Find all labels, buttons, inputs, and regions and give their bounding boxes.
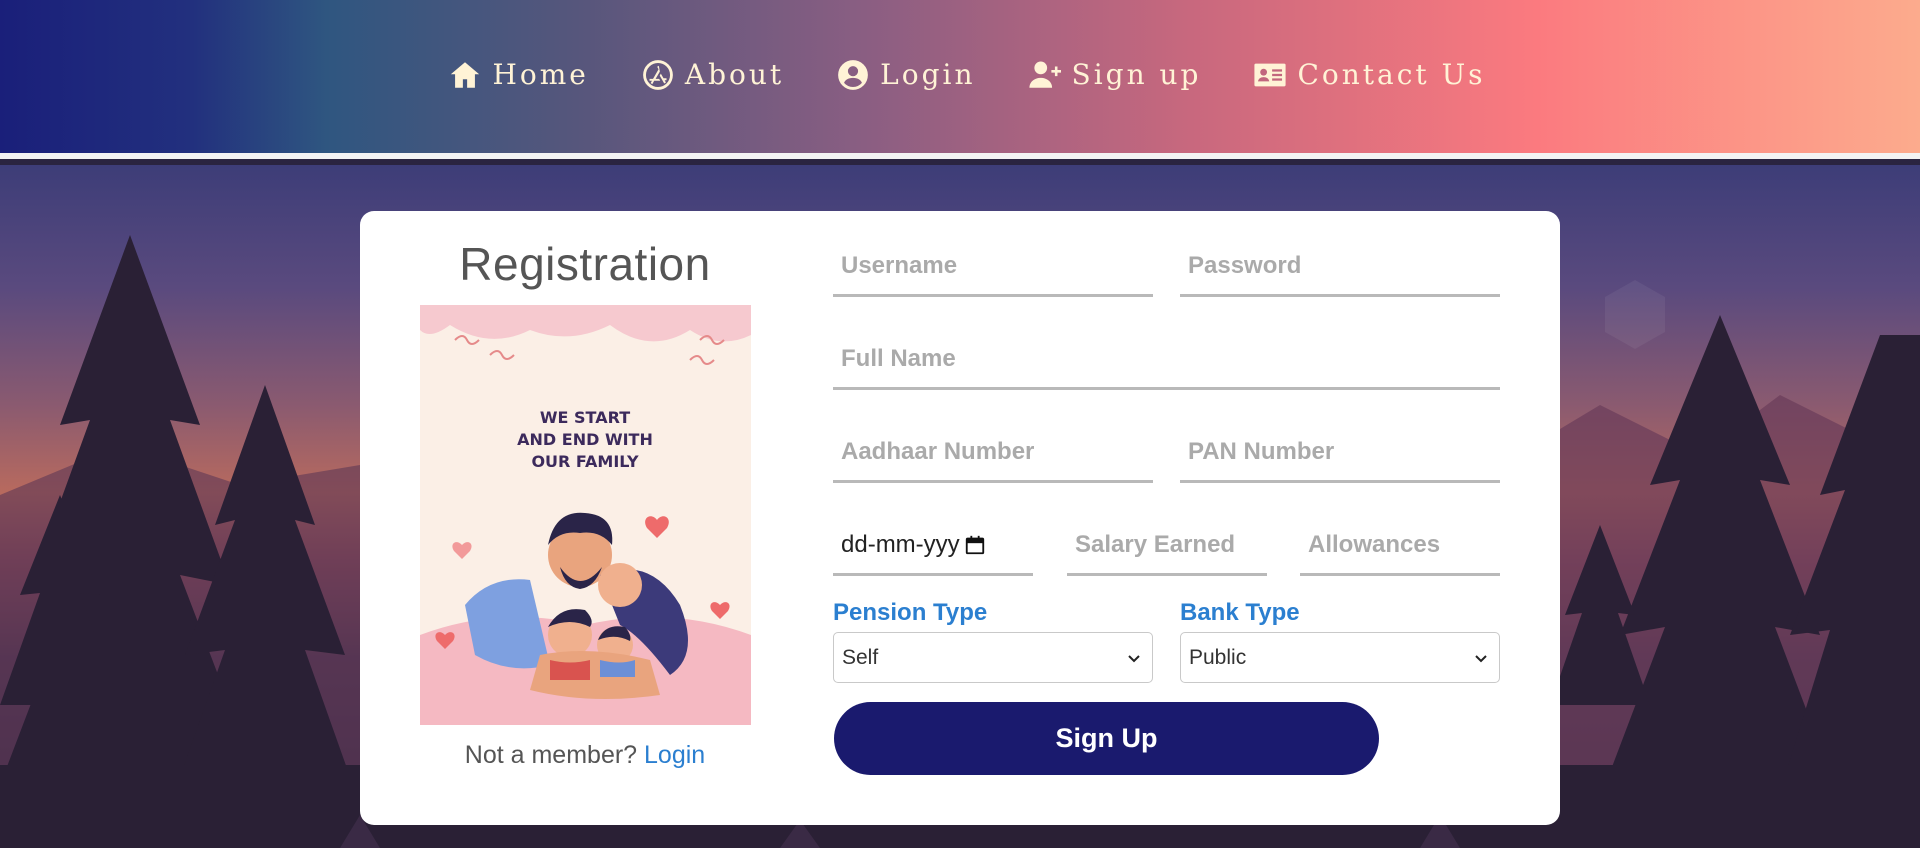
pan-placeholder: PAN Number	[1188, 437, 1335, 465]
poster-text-line3: OUR FAMILY	[531, 452, 639, 471]
salary-input[interactable]: Salary Earned	[1067, 516, 1267, 576]
pension-type-value: Self	[842, 645, 879, 669]
home-icon	[451, 61, 480, 88]
nav-signup[interactable]: Sign up	[1028, 58, 1202, 92]
fullname-placeholder: Full Name	[841, 344, 956, 372]
member-prompt: Not a member? Login	[420, 741, 750, 770]
allowances-placeholder: Allowances	[1308, 530, 1441, 558]
bank-type-select[interactable]: Public	[1180, 632, 1500, 683]
date-placeholder: dd-mm-yyy	[841, 530, 960, 558]
username-input[interactable]: Username	[833, 237, 1153, 297]
aadhaar-placeholder: Aadhaar Number	[841, 437, 1035, 465]
user-plus-icon	[1028, 61, 1061, 88]
page-title: Registration	[459, 238, 711, 290]
nav-home-label: Home	[492, 58, 589, 91]
pan-input[interactable]: PAN Number	[1180, 423, 1500, 483]
app-store-icon	[642, 59, 673, 90]
registration-card: Registration WE START AND END WITH OUR F…	[360, 211, 1560, 825]
user-circle-icon	[838, 59, 869, 90]
date-of-birth-input[interactable]: dd-mm-yyy	[833, 516, 1033, 576]
nav-contact-label: Contact Us	[1297, 58, 1486, 91]
nav-list: Home About Login Sign up Contact Us	[448, 58, 1485, 92]
member-prompt-text: Not a member?	[464, 741, 638, 769]
nav-login[interactable]: Login	[836, 58, 975, 92]
nav-login-label: Login	[880, 58, 976, 91]
username-placeholder: Username	[841, 251, 958, 279]
bank-type-value: Public	[1189, 645, 1247, 669]
salary-placeholder: Salary Earned	[1075, 530, 1236, 558]
calendar-icon[interactable]	[964, 534, 986, 556]
nav-home[interactable]: Home	[448, 58, 588, 92]
pension-type-select[interactable]: Self	[833, 632, 1153, 683]
family-poster-image: WE START AND END WITH OUR FAMILY	[420, 305, 751, 725]
aadhaar-input[interactable]: Aadhaar Number	[833, 423, 1153, 483]
id-card-icon	[1254, 63, 1287, 86]
bank-type-label: Bank Type	[1180, 599, 1300, 626]
poster-text-line2: AND END WITH	[517, 430, 653, 449]
fullname-input[interactable]: Full Name	[833, 330, 1500, 390]
login-link[interactable]: Login	[644, 741, 705, 769]
sign-up-button[interactable]: Sign Up	[834, 702, 1379, 775]
card-left-column: Registration	[420, 237, 750, 291]
chevron-down-icon	[1128, 655, 1140, 663]
chevron-down-icon	[1475, 655, 1487, 663]
nav-about-label: About	[684, 58, 785, 91]
nav-contact[interactable]: Contact Us	[1253, 58, 1485, 92]
poster-text-line1: WE START	[540, 408, 630, 427]
password-input[interactable]: Password	[1180, 237, 1500, 297]
pension-type-label: Pension Type	[833, 599, 988, 626]
nav-signup-label: Sign up	[1071, 58, 1202, 91]
allowances-input[interactable]: Allowances	[1300, 516, 1500, 576]
nav-about[interactable]: About	[641, 58, 784, 92]
top-navigation-bar: Home About Login Sign up Contact Us	[0, 0, 1920, 159]
password-placeholder: Password	[1188, 251, 1302, 279]
